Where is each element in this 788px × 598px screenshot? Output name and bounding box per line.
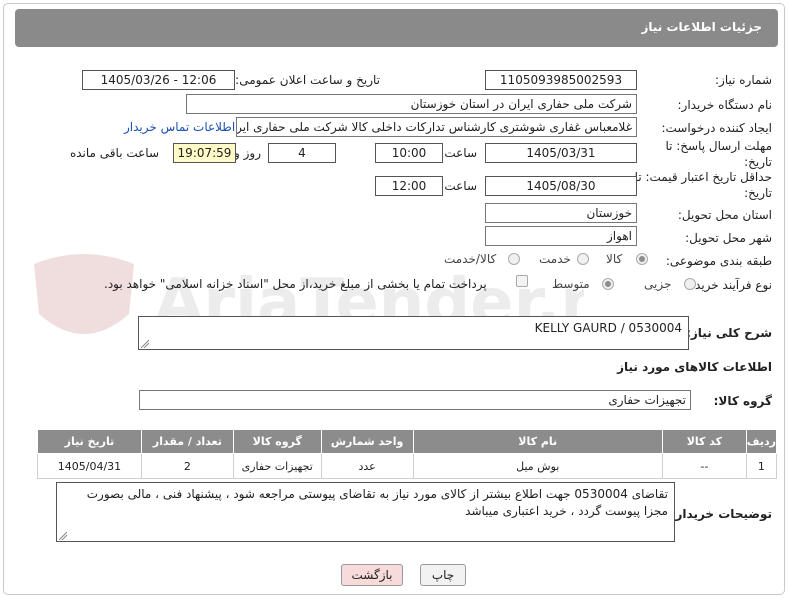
goods-table: ردیف کد کالا نام کالا واحد شمارش گروه کا… <box>37 429 778 479</box>
category-option-service: خدمت <box>539 252 571 266</box>
cell-code: -- <box>661 453 747 479</box>
announce-label: تاریخ و ساعت اعلان عمومی: <box>235 73 380 87</box>
resize-grip-icon[interactable] <box>59 532 67 540</box>
creator-label: ایجاد کننده درخواست: <box>661 121 772 135</box>
remaining-time-field: 19:07:59 <box>173 143 236 163</box>
buyer-notes-label: توضیحات خریدار: <box>670 507 772 521</box>
deadline-date-field: 1405/03/31 <box>485 143 637 163</box>
details-panel: جزئیات اطلاعات نیاز AriaTender.net شماره… <box>3 3 785 595</box>
deadline-label: مهلت ارسال پاسخ: تا تاریخ: <box>665 139 772 169</box>
goods-group-field: تجهیزات حفاری <box>139 390 691 410</box>
creator-field: غلامعباس غفاری شوشتری کارشناس تدارکات دا… <box>236 117 637 137</box>
goods-section-title: اطلاعات کالاهای مورد نیاز <box>617 360 772 374</box>
buyer-notes-textarea[interactable]: تقاضای 0530004 جهت اطلاع بیشتر از کالای … <box>56 482 675 542</box>
deadline-time-word: ساعت <box>444 146 477 160</box>
category-radio-service[interactable] <box>577 253 589 265</box>
watermark-shield-icon <box>34 254 134 334</box>
back-button[interactable]: بازگشت <box>341 564 403 586</box>
col-code: کد کالا <box>661 429 747 454</box>
days-field: 4 <box>268 143 336 163</box>
category-option-goods-service: کالا/خدمت <box>444 252 497 266</box>
col-name: نام کالا <box>412 429 663 454</box>
col-unit: واحد شمارش <box>320 429 414 454</box>
process-option-minor: جزیی <box>644 277 672 291</box>
validity-label: حداقل تاریخ اعتبار قیمت: تا تاریخ: <box>634 170 772 200</box>
description-textarea[interactable]: KELLY GAURD / 0530004 <box>138 316 689 350</box>
panel-header: جزئیات اطلاعات نیاز <box>15 9 778 47</box>
buyer-org-label: نام دستگاه خریدار: <box>677 98 773 112</box>
cell-name: بوش میل <box>412 453 663 479</box>
cell-unit: عدد <box>320 453 414 479</box>
contact-info-link[interactable]: اطلاعات تماس خریدار <box>124 120 235 134</box>
deadline-time-field: 10:00 <box>375 143 443 163</box>
cell-group: تجهیزات حفاری <box>232 453 322 479</box>
buyer-org-field: شرکت ملی حفاری ایران در استان خوزستان <box>186 94 637 114</box>
category-option-goods: کالا <box>606 252 623 266</box>
province-field: خوزستان <box>485 203 637 223</box>
goods-group-label: گروه کالا: <box>713 394 772 408</box>
process-radio-minor[interactable] <box>684 278 696 290</box>
validity-time-field: 12:00 <box>375 176 443 196</box>
col-group: گروه کالا <box>232 429 322 454</box>
print-button[interactable]: چاپ <box>420 564 466 586</box>
goods-table-header: ردیف کد کالا نام کالا واحد شمارش گروه کا… <box>37 429 778 454</box>
remaining-label: ساعت باقی مانده <box>69 146 159 160</box>
buyer-notes-text: تقاضای 0530004 جهت اطلاع بیشتر از کالای … <box>86 487 668 518</box>
col-row: ردیف <box>745 429 778 454</box>
col-date: تاریخ نیاز <box>37 429 142 454</box>
announce-field: 1405/03/26 - 12:06 <box>82 70 235 90</box>
validity-date-field: 1405/08/30 <box>485 176 637 196</box>
city-label: شهر محل تحویل: <box>685 231 772 245</box>
validity-time-word: ساعت <box>444 179 477 193</box>
city-field: اهواز <box>485 226 637 246</box>
resize-grip-icon[interactable] <box>141 340 149 348</box>
description-label: شرح کلی نیاز: <box>686 326 772 340</box>
process-label: نوع فرآیند خرید : <box>687 278 772 292</box>
need-number-field: 1105093985002593 <box>485 70 637 90</box>
page-title: جزئیات اطلاعات نیاز <box>641 20 762 34</box>
cell-qty: 2 <box>140 453 234 479</box>
province-label: استان محل تحویل: <box>677 208 772 222</box>
days-and-label: روز و <box>234 146 261 160</box>
col-qty: تعداد / مقدار <box>140 429 234 454</box>
process-radio-medium[interactable] <box>602 278 614 290</box>
category-label: طبقه بندی موضوعی: <box>665 254 772 268</box>
category-radio-goods[interactable] <box>636 253 648 265</box>
treasury-payment-checkbox[interactable] <box>516 275 528 287</box>
category-radio-goods-service[interactable] <box>508 253 520 265</box>
need-number-label: شماره نیاز: <box>715 73 772 87</box>
table-row: 1 -- بوش میل عدد تجهیزات حفاری 2 1405/04… <box>37 453 778 479</box>
cell-row: 1 <box>745 453 778 479</box>
process-option-medium: متوسط <box>552 277 590 291</box>
cell-date: 1405/04/31 <box>37 453 142 479</box>
treasury-payment-note: پرداخت تمام یا بخشی از مبلغ خرید،از محل … <box>104 277 487 291</box>
description-text: KELLY GAURD / 0530004 <box>534 321 682 335</box>
